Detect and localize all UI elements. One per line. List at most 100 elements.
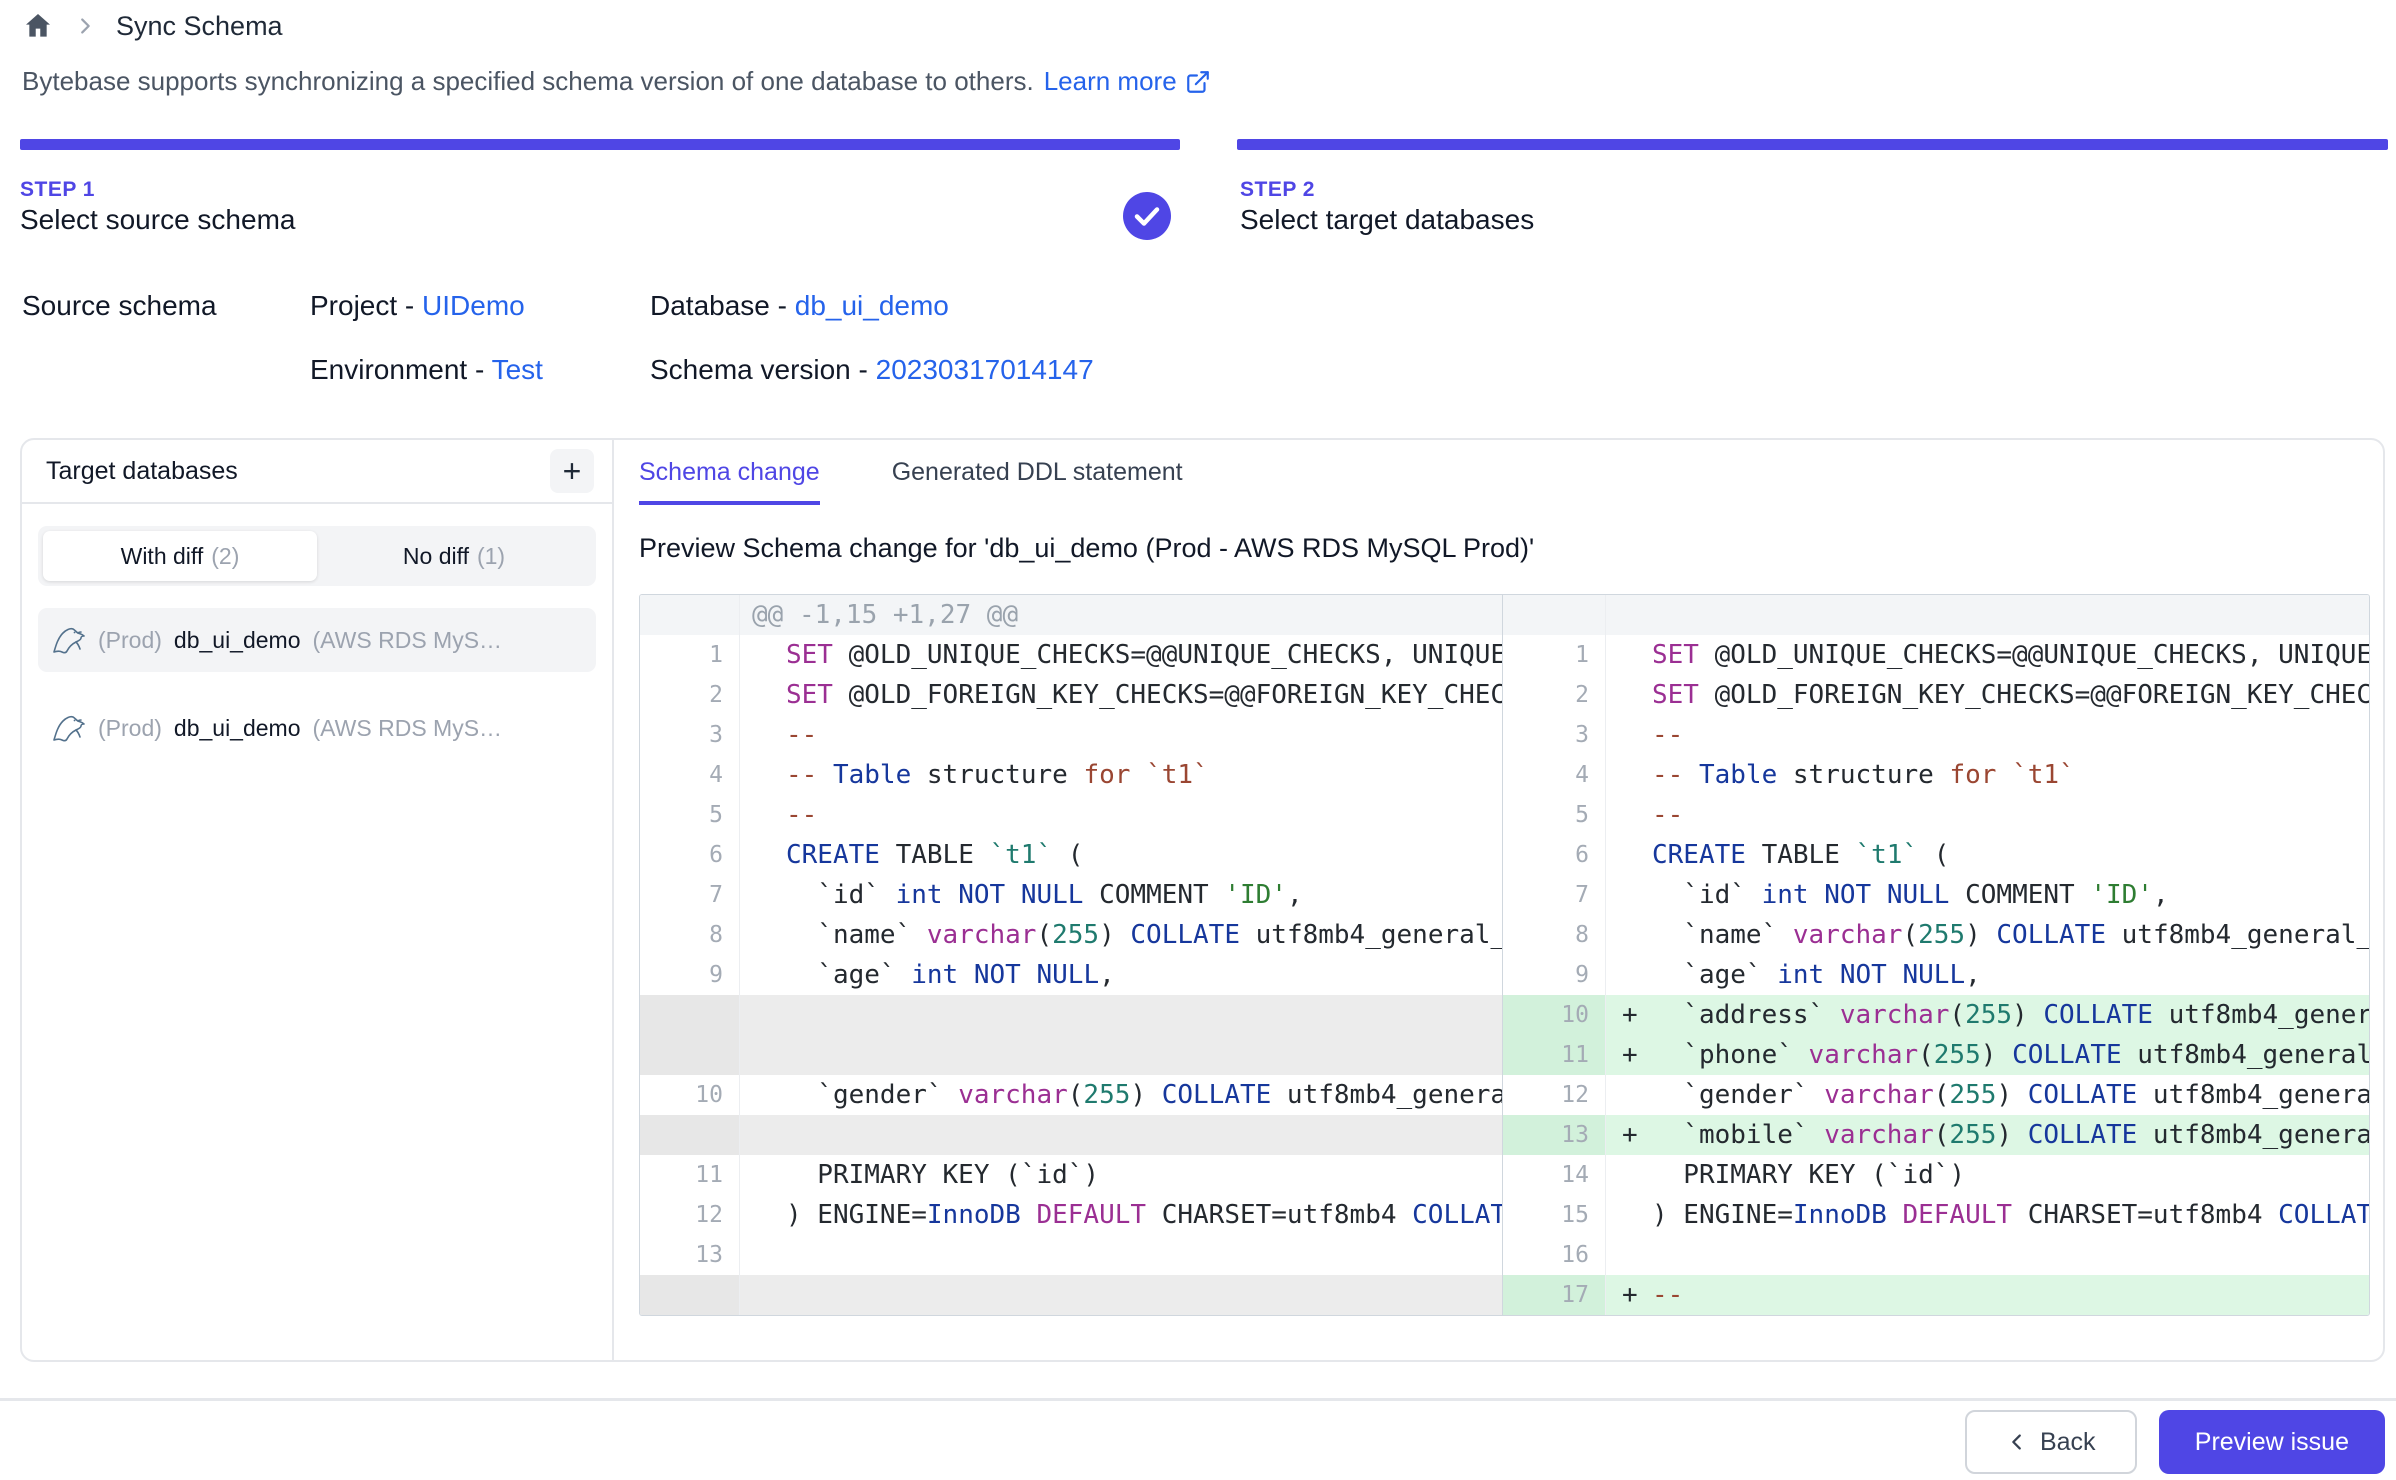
environment-link[interactable]: Test (492, 354, 543, 385)
project-field: Project - UIDemo (310, 290, 525, 322)
diff-hunk-header: @@ -1,15 +1,27 @@ (740, 595, 1502, 635)
diff-line: -- (1606, 715, 2370, 755)
diff-line: + `mobile` varchar(255) COLLATE utf8mb4_… (1606, 1115, 2370, 1155)
diff-line: `name` varchar(255) COLLATE utf8mb4_gene… (1606, 915, 2370, 955)
schema-change-tab[interactable]: Schema change (639, 458, 820, 505)
step2-label: STEP 2 (1240, 178, 1315, 202)
db-environment: (Prod) (98, 715, 162, 742)
target-databases-title: Target databases (46, 457, 238, 486)
diff-line: CREATE TABLE `t1` ( (740, 835, 1502, 875)
line-number: 9 (640, 955, 740, 995)
no-diff-tab[interactable]: No diff (1) (317, 531, 591, 581)
line-number: 3 (640, 715, 740, 755)
diff-line: -- (1606, 795, 2370, 835)
database-link[interactable]: db_ui_demo (795, 290, 949, 321)
diff-line: ) ENGINE=InnoDB DEFAULT CHARSET=utf8mb4 … (740, 1195, 1502, 1235)
environment-field: Environment - Test (310, 354, 543, 386)
preview-issue-button[interactable]: Preview issue (2159, 1410, 2385, 1474)
diff-line: `name` varchar(255) COLLATE utf8mb4_gene… (740, 915, 1502, 955)
line-number: 13 (1502, 1115, 1606, 1155)
breadcrumb-chevron-icon (74, 15, 96, 37)
line-number: 9 (1502, 955, 1606, 995)
footer-actions: Back Preview issue (1965, 1410, 2385, 1474)
step1-progress-bar (20, 139, 1180, 150)
add-database-button[interactable]: + (550, 449, 594, 493)
db-instance: (AWS RDS MyS… (313, 627, 503, 654)
diff-line: ) ENGINE=InnoDB DEFAULT CHARSET=utf8mb4 … (1606, 1195, 2370, 1235)
breadcrumb: Sync Schema (22, 10, 283, 42)
external-link-icon (1185, 69, 1211, 95)
database-list-item[interactable]: (Prod) db_ui_demo (AWS RDS MyS… (38, 608, 596, 672)
line-number (640, 1115, 740, 1155)
with-diff-count: (2) (211, 543, 239, 570)
line-number: 8 (640, 915, 740, 955)
home-icon[interactable] (22, 10, 54, 42)
line-number: 1 (640, 635, 740, 675)
footer-divider (0, 1398, 2396, 1401)
diff-line: `age` int NOT NULL, (1606, 955, 2370, 995)
schema-version-link[interactable]: 20230317014147 (876, 354, 1094, 385)
diff-line: SET @OLD_UNIQUE_CHECKS=@@UNIQUE_CHECKS, … (740, 635, 1502, 675)
diff-line: PRIMARY KEY (`id`) (1606, 1155, 2370, 1195)
diff-line: + `address` varchar(255) COLLATE utf8mb4… (1606, 995, 2370, 1035)
diff-line (1606, 1235, 2370, 1275)
schema-preview-area: Schema change Generated DDL statement Pr… (614, 440, 2383, 1360)
diff-line: -- Table structure for `t1` (1606, 755, 2370, 795)
line-number: 2 (640, 675, 740, 715)
line-number (640, 1275, 740, 1315)
chevron-left-icon (2006, 1431, 2028, 1453)
diff-line: `id` int NOT NULL COMMENT 'ID', (1606, 875, 2370, 915)
line-number: 11 (1502, 1035, 1606, 1075)
db-environment: (Prod) (98, 627, 162, 654)
diff-line (740, 1115, 1502, 1155)
diff-line (740, 1235, 1502, 1275)
line-number: 14 (1502, 1155, 1606, 1195)
diff-line (740, 1275, 1502, 1315)
database-list-item[interactable]: (Prod)db_ui_demo(AWS RDS MyS… (38, 696, 596, 760)
diff-line: `gender` varchar(255) COLLATE utf8mb4_ge… (740, 1075, 1502, 1115)
line-number: 7 (640, 875, 740, 915)
line-number: 11 (640, 1155, 740, 1195)
line-number: 8 (1502, 915, 1606, 955)
project-link[interactable]: UIDemo (422, 290, 525, 321)
line-number: 17 (1502, 1275, 1606, 1315)
diff-line: -- (740, 715, 1502, 755)
step1-title: Select source schema (20, 204, 295, 236)
diff-line (740, 995, 1502, 1035)
diff-line: -- Table structure for `t1` (740, 755, 1502, 795)
db-name: db_ui_demo (174, 627, 301, 654)
line-number (640, 995, 740, 1035)
sync-schema-page: Sync Schema Bytebase supports synchroniz… (0, 0, 2396, 1480)
diff-line: SET @OLD_FOREIGN_KEY_CHECKS=@@FOREIGN_KE… (740, 675, 1502, 715)
line-number: 3 (1502, 715, 1606, 755)
mysql-icon (52, 713, 86, 743)
diff-line: `age` int NOT NULL, (740, 955, 1502, 995)
diff-left-gutter-header (640, 595, 740, 635)
with-diff-tab[interactable]: With diff (2) (43, 531, 317, 581)
diff-viewer[interactable]: @@ -1,15 +1,27 @@1SET @OLD_UNIQUE_CHECKS… (639, 594, 2370, 1316)
page-title: Sync Schema (116, 11, 283, 42)
database-field: Database - db_ui_demo (650, 290, 949, 322)
line-number: 13 (640, 1235, 740, 1275)
line-number: 4 (1502, 755, 1606, 795)
diff-right-gutter-header (1502, 595, 1606, 635)
plus-icon: + (563, 455, 582, 487)
line-number: 5 (1502, 795, 1606, 835)
diff-line: `gender` varchar(255) COLLATE utf8mb4_ge… (1606, 1075, 2370, 1115)
page-description: Bytebase supports synchronizing a specif… (22, 66, 1211, 97)
diff-line: -- (740, 795, 1502, 835)
step-complete-check-icon (1123, 192, 1171, 240)
learn-more-link[interactable]: Learn more (1044, 66, 1211, 97)
target-databases-panel: Target databases + With diff (2) No diff… (22, 440, 614, 1360)
diff-line: SET @OLD_UNIQUE_CHECKS=@@UNIQUE_CHECKS, … (1606, 635, 2370, 675)
line-number: 16 (1502, 1235, 1606, 1275)
diff-line: `id` int NOT NULL COMMENT 'ID', (740, 875, 1502, 915)
back-button[interactable]: Back (1965, 1410, 2137, 1474)
line-number: 2 (1502, 675, 1606, 715)
line-number: 12 (1502, 1075, 1606, 1115)
diff-line: + `phone` varchar(255) COLLATE utf8mb4_g… (1606, 1035, 2370, 1075)
diff-filter-tabs: With diff (2) No diff (1) (38, 526, 596, 586)
line-number: 15 (1502, 1195, 1606, 1235)
generated-ddl-tab[interactable]: Generated DDL statement (892, 458, 1183, 505)
line-number: 6 (640, 835, 740, 875)
